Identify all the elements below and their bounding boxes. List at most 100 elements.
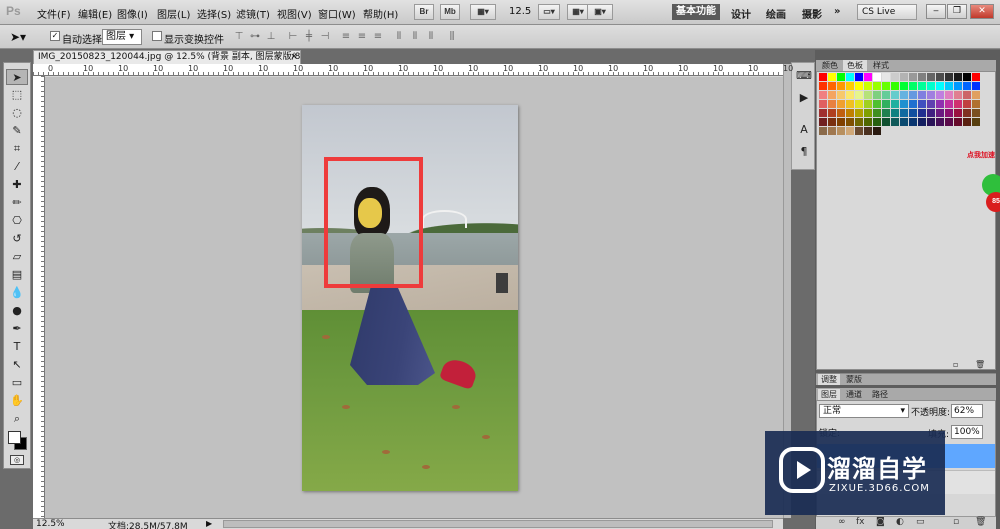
delete-swatch-icon[interactable]: 🗑	[975, 360, 985, 369]
fill-input[interactable]: 100%	[951, 425, 983, 439]
swatch[interactable]	[855, 109, 863, 117]
swatch[interactable]	[855, 118, 863, 126]
restore-button[interactable]: ❐	[947, 4, 967, 19]
adjustment-layer-icon[interactable]: ◐	[896, 517, 904, 527]
new-layer-icon[interactable]: ▫	[953, 517, 959, 527]
tab-layers[interactable]: 图层	[818, 389, 840, 400]
distribute-top-icon[interactable]: ≡	[340, 31, 352, 43]
swatch[interactable]	[936, 109, 944, 117]
swatch[interactable]	[918, 73, 926, 81]
ruler-vertical[interactable]	[33, 76, 45, 518]
swatch[interactable]	[900, 100, 908, 108]
tab-swatches[interactable]: 色板	[843, 60, 867, 71]
document-tab[interactable]: IMG_20150823_120044.jpg @ 12.5% (背景 副本, …	[33, 50, 301, 64]
swatch[interactable]	[909, 100, 917, 108]
swatch[interactable]	[927, 118, 935, 126]
swatch[interactable]	[882, 118, 890, 126]
eraser-tool-icon[interactable]: ▱	[6, 249, 28, 265]
swatch[interactable]	[954, 109, 962, 117]
swatch[interactable]	[864, 73, 872, 81]
tab-paths[interactable]: 路径	[869, 389, 891, 400]
swatch[interactable]	[828, 100, 836, 108]
swatch[interactable]	[837, 91, 845, 99]
marquee-tool-icon[interactable]: ⬚	[6, 87, 28, 103]
swatch[interactable]	[855, 91, 863, 99]
zoom-level[interactable]: 12.5	[509, 6, 531, 17]
swatch[interactable]	[945, 100, 953, 108]
swatch[interactable]	[819, 100, 827, 108]
swatch[interactable]	[900, 82, 908, 90]
arrange-docs-button[interactable]: ▭▾	[538, 4, 560, 20]
menu-select[interactable]: 选择(S)	[197, 6, 231, 21]
swatch[interactable]	[837, 100, 845, 108]
swatch[interactable]	[819, 127, 827, 135]
swatch[interactable]	[873, 73, 881, 81]
swatch[interactable]	[927, 91, 935, 99]
auto-select-dropdown[interactable]: 图层 ▾	[102, 29, 142, 45]
show-transform-checkbox[interactable]	[152, 31, 162, 41]
swatch[interactable]	[819, 109, 827, 117]
workspace-design[interactable]: 设计	[731, 6, 751, 21]
swatch[interactable]	[936, 91, 944, 99]
ad-badge[interactable]: 点我加速	[967, 150, 995, 160]
swatch[interactable]	[909, 118, 917, 126]
swatch[interactable]	[963, 91, 971, 99]
swatch[interactable]	[963, 100, 971, 108]
swatch[interactable]	[828, 91, 836, 99]
swatch[interactable]	[891, 73, 899, 81]
opacity-input[interactable]: 62%	[951, 404, 983, 418]
swatch[interactable]	[828, 127, 836, 135]
swatch[interactable]	[900, 118, 908, 126]
swatch[interactable]	[927, 109, 935, 117]
bridge-button[interactable]: Br	[414, 4, 434, 20]
path-select-tool-icon[interactable]: ↖	[6, 357, 28, 373]
swatch[interactable]	[927, 82, 935, 90]
type-tool-icon[interactable]: T	[6, 339, 28, 355]
swatch[interactable]	[891, 91, 899, 99]
swatch[interactable]	[864, 109, 872, 117]
swatch[interactable]	[819, 73, 827, 81]
swatch[interactable]	[828, 109, 836, 117]
swatch[interactable]	[936, 82, 944, 90]
swatch[interactable]	[945, 118, 953, 126]
swatch[interactable]	[918, 91, 926, 99]
swatch[interactable]	[909, 109, 917, 117]
swatch[interactable]	[918, 118, 926, 126]
distribute-bottom-icon[interactable]: ≡	[372, 31, 384, 43]
swatch[interactable]	[882, 100, 890, 108]
swatch[interactable]	[918, 109, 926, 117]
swatch[interactable]	[963, 109, 971, 117]
layer-style-icon[interactable]: fx	[856, 517, 865, 527]
swatch[interactable]	[954, 100, 962, 108]
align-left-icon[interactable]: ⊢	[287, 31, 299, 43]
align-top-icon[interactable]: ⊤	[233, 31, 245, 43]
swatch[interactable]	[909, 73, 917, 81]
actions-panel-icon[interactable]: ▶	[796, 91, 812, 105]
grid-button[interactable]: ▦▾	[567, 4, 589, 20]
swatch[interactable]	[873, 91, 881, 99]
swatch[interactable]	[954, 91, 962, 99]
swatch[interactable]	[954, 73, 962, 81]
history-panel-icon[interactable]: ⌨	[796, 69, 812, 83]
new-swatch-icon[interactable]: ▫	[953, 360, 958, 369]
workspace-painting[interactable]: 绘画	[766, 6, 786, 21]
swatch[interactable]	[900, 91, 908, 99]
swatch[interactable]	[855, 127, 863, 135]
menu-edit[interactable]: 编辑(E)	[78, 6, 112, 21]
align-bottom-icon[interactable]: ⊥	[265, 31, 277, 43]
swatch[interactable]	[873, 100, 881, 108]
swatch[interactable]	[963, 118, 971, 126]
menu-help[interactable]: 帮助(H)	[363, 6, 398, 21]
ad-widget[interactable]: 85	[976, 164, 1000, 212]
distribute-vcenter-icon[interactable]: ≡	[356, 31, 368, 43]
paragraph-panel-icon[interactable]: ¶	[796, 145, 812, 159]
blur-tool-icon[interactable]: 💧	[6, 285, 28, 301]
align-right-icon[interactable]: ⊣	[319, 31, 331, 43]
horizontal-scrollbar[interactable]	[223, 520, 773, 528]
swatch[interactable]	[846, 118, 854, 126]
swatch[interactable]	[819, 118, 827, 126]
swatch[interactable]	[882, 109, 890, 117]
swatch[interactable]	[954, 82, 962, 90]
swatch[interactable]	[936, 118, 944, 126]
swatch[interactable]	[846, 82, 854, 90]
